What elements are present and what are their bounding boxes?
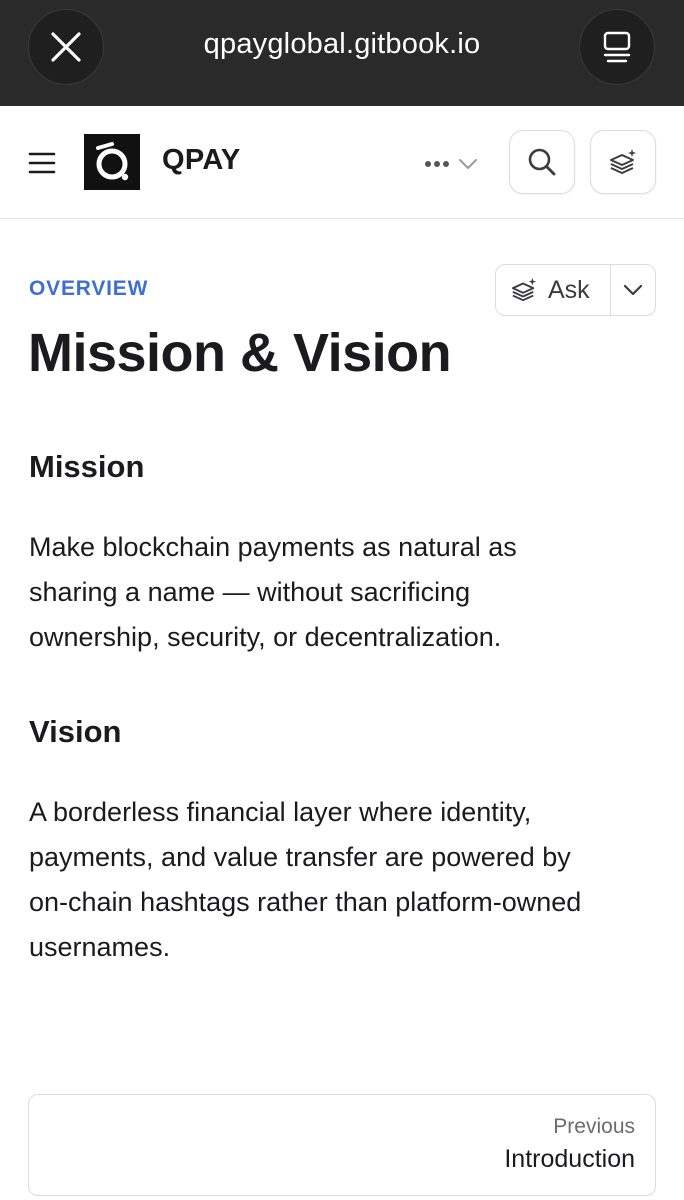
paragraph-line: A borderless financial layer where ident… (29, 797, 532, 827)
vision-heading: Vision (29, 714, 122, 749)
search-icon (528, 148, 556, 176)
reader-mode-button[interactable] (579, 9, 655, 85)
ask-dropdown-button[interactable] (611, 265, 655, 315)
hamburger-icon[interactable] (28, 151, 56, 175)
qpay-logo-icon (96, 142, 129, 181)
paragraph-line: ownership, security, or decentralization… (29, 622, 502, 652)
ai-sparkle-icon (511, 277, 537, 302)
site-header: QPAY (0, 106, 684, 219)
previous-label: Previous (553, 1115, 635, 1138)
page-title: Mission & Vision (28, 323, 452, 383)
ai-assistant-button[interactable] (590, 130, 656, 194)
vision-paragraph: A borderless financial layer where ident… (29, 790, 659, 970)
breadcrumb[interactable]: OVERVIEW (29, 277, 148, 301)
paragraph-line: usernames. (29, 932, 171, 962)
paragraph-line: payments, and value transfer are powered… (29, 842, 571, 872)
chevron-down-icon (459, 159, 477, 169)
paragraph-line: sharing a name — without sacrificing (29, 577, 471, 607)
ai-sparkle-icon (610, 149, 636, 174)
mission-heading: Mission (29, 449, 145, 484)
ask-label: Ask (548, 275, 590, 304)
reader-mode-icon (603, 31, 631, 63)
browser-toolbar: qpayglobal.gitbook.io (0, 0, 684, 106)
previous-title: Introduction (504, 1145, 635, 1173)
ellipsis-icon (425, 161, 449, 167)
more-menu-button[interactable] (424, 154, 482, 174)
ask-button[interactable]: Ask (496, 265, 611, 315)
brand-name[interactable]: QPAY (162, 144, 241, 177)
search-button[interactable] (509, 130, 575, 194)
mission-paragraph: Make blockchain payments as natural as s… (29, 525, 659, 660)
ask-ai-group: Ask (495, 264, 656, 316)
brand-logo[interactable] (84, 134, 140, 190)
paragraph-line: Make blockchain payments as natural as (29, 532, 517, 562)
chevron-down-icon (623, 284, 643, 296)
paragraph-line: on-chain hashtags rather than platform-o… (29, 887, 582, 917)
previous-page-link[interactable]: Previous Introduction (28, 1094, 656, 1196)
